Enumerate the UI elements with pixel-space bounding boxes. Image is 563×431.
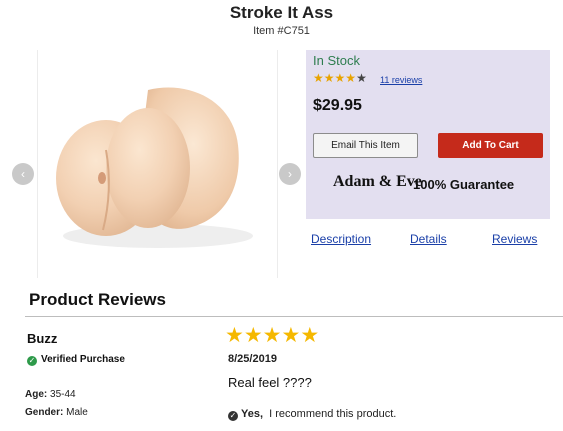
item-number: Item #C751 xyxy=(253,25,310,37)
star-icon: ★ xyxy=(345,71,357,85)
star-icon: ★ xyxy=(300,324,320,347)
star-icon: ★ xyxy=(281,324,301,347)
star-icon: ★ xyxy=(225,324,244,347)
price: $29.95 xyxy=(313,97,362,114)
star-rating: ★★★★★ xyxy=(313,71,367,85)
recommend-line: ✓ Yes, I recommend this product. xyxy=(228,408,397,421)
reviewer-age: Age: 35-44 xyxy=(25,389,76,400)
chevron-left-icon: ‹ xyxy=(21,167,25,181)
divider xyxy=(25,316,563,317)
star-icon: ★ xyxy=(243,324,263,347)
star-icon: ★ xyxy=(262,324,282,347)
purchase-panel: In Stock ★★★★★ 11 reviews $29.95 Email T… xyxy=(306,50,550,219)
guarantee-text: 100% Guarantee xyxy=(413,177,515,192)
review-date: 8/25/2019 xyxy=(228,353,277,365)
tab-details[interactable]: Details xyxy=(410,232,447,246)
star-icon: ★ xyxy=(323,71,335,85)
product-title: Stroke It Ass xyxy=(229,3,334,22)
reviewer-name: Buzz xyxy=(27,331,58,346)
reviews-count-link[interactable]: 11 reviews xyxy=(380,75,422,85)
email-item-button[interactable]: Email This Item xyxy=(313,133,418,158)
gallery-next-button[interactable]: › xyxy=(279,163,301,185)
star-icon: ★ xyxy=(334,71,346,85)
reviewer-gender: Gender: Male xyxy=(25,407,88,418)
tab-description[interactable]: Description xyxy=(311,232,371,246)
brand-logo: Adam & Eve xyxy=(333,173,422,190)
product-photo xyxy=(56,87,253,248)
star-empty-icon: ★ xyxy=(356,71,367,85)
chevron-right-icon: › xyxy=(288,167,292,181)
checkmark-icon: ✓ xyxy=(228,411,238,421)
tab-reviews[interactable]: Reviews xyxy=(492,232,537,246)
product-image xyxy=(37,50,278,278)
gallery-prev-button[interactable]: ‹ xyxy=(12,163,34,185)
add-to-cart-button[interactable]: Add To Cart xyxy=(438,133,543,158)
checkmark-icon: ✓ xyxy=(27,356,37,366)
star-icon: ★ xyxy=(313,71,324,85)
review-text: Real feel ???? xyxy=(228,375,312,390)
verified-purchase-badge: ✓ Verified Purchase xyxy=(27,354,125,366)
review-stars: ★★★★★ xyxy=(225,323,319,348)
stock-status: In Stock xyxy=(313,53,360,68)
reviews-heading: Product Reviews xyxy=(29,290,166,309)
